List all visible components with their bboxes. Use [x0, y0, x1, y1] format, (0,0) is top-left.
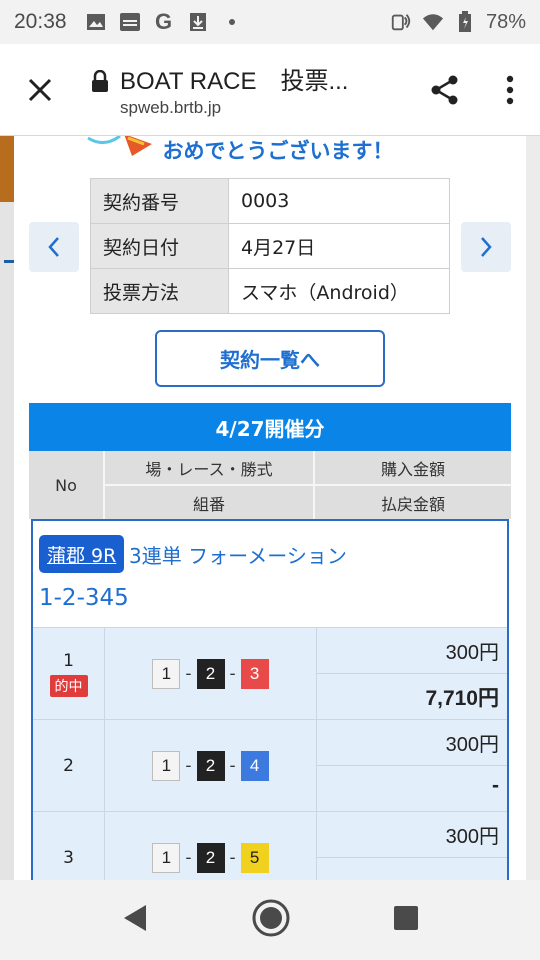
party-popper-icon: [87, 136, 152, 156]
header-purchase: 購入金額: [380, 459, 445, 479]
combo: 1- 2- 3: [105, 628, 317, 719]
combo: 1- 2- 4: [105, 720, 317, 811]
combo: 1- 2- 5: [105, 812, 317, 880]
address-bar[interactable]: BOAT RACE 投票... spweb.brtb.jp: [120, 61, 410, 118]
dot-icon: [221, 12, 243, 32]
table-row: 3 1- 2- 5 300円: [33, 811, 507, 880]
google-icon: G: [155, 9, 173, 34]
boat-2-chip: 2: [196, 842, 225, 873]
header-no: No: [55, 475, 77, 495]
hit-badge: 的中: [49, 674, 88, 697]
vote-method-value: スマホ（Android）: [228, 268, 450, 314]
row-no: 1: [63, 650, 74, 671]
status-time: 20:38: [14, 10, 67, 33]
payout-amount: -: [492, 774, 499, 797]
contract-number-value: 0003: [228, 178, 450, 224]
table-row: 1 的中 1- 2- 3 300円 7,710円: [33, 627, 507, 719]
boat-1-chip: 1: [152, 750, 181, 781]
purchase-amount: 300円: [317, 812, 507, 858]
contract-date-row: 契約日付 4月27日: [90, 223, 450, 269]
formation: 1-2-345: [39, 585, 129, 611]
image-icon: [85, 12, 107, 32]
congrats-banner: おめでとうございます！: [14, 136, 526, 164]
contract-date-label: 契約日付: [90, 223, 229, 269]
chevron-right-icon: [481, 237, 492, 257]
close-button[interactable]: [0, 44, 80, 136]
status-bar: 20:38 G 78%: [0, 0, 540, 44]
boat-3-chip: 3: [240, 658, 269, 689]
bet-type: 3連単 フォーメーション: [129, 543, 347, 568]
payout-amount: 7,710円: [425, 687, 499, 710]
header-payout: 払戻金額: [380, 494, 445, 514]
close-icon: [28, 78, 52, 101]
header-combo: 組番: [192, 494, 225, 514]
day-header: 4/27開催分: [29, 403, 511, 451]
row-no: 2: [63, 755, 74, 776]
boat-2-chip: 2: [196, 658, 225, 689]
contract-number-row: 契約番号 0003: [90, 178, 450, 224]
menu-button[interactable]: [480, 44, 540, 136]
column-headers: No 場・レース・勝式 組番 購入金額 払戻金額: [29, 451, 511, 519]
au-pay-icon: [119, 12, 141, 32]
boat-2-chip: 2: [196, 750, 225, 781]
recents-icon: [394, 906, 418, 930]
next-contract-button[interactable]: [461, 222, 511, 272]
boat-1-chip: 1: [152, 658, 181, 689]
vote-method-row: 投票方法 スマホ（Android）: [90, 268, 450, 314]
boat-4-chip: 4: [240, 750, 269, 781]
purchase-amount: 300円: [317, 720, 507, 766]
result-modal: おめでとうございます！ 契約番号 0003 契約日付 4月27日 投票方法 スマ…: [14, 136, 526, 880]
boat-5-chip: 5: [240, 842, 269, 873]
left-page-edge: [0, 136, 14, 880]
prev-contract-button[interactable]: [29, 222, 79, 272]
share-button[interactable]: [410, 44, 480, 136]
congrats-text: おめでとうございます！: [162, 139, 394, 163]
contract-number-label: 契約番号: [90, 178, 229, 224]
web-content: おめでとうございます！ 契約番号 0003 契約日付 4月27日 投票方法 スマ…: [0, 136, 540, 880]
vote-method-label: 投票方法: [90, 268, 229, 314]
venue-race-link[interactable]: 蒲郡 9R: [39, 535, 125, 573]
download-icon: [187, 12, 209, 32]
battery-level: 78%: [485, 10, 526, 33]
more-vert-icon: [506, 75, 514, 104]
home-icon: [252, 899, 290, 937]
table-row: 2 1- 2- 4 300円 -: [33, 719, 507, 811]
battery-icon: [454, 11, 476, 32]
purchase-amount: 300円: [317, 628, 507, 674]
contract-info-table: 契約番号 0003 契約日付 4月27日 投票方法 スマホ（Android）: [90, 178, 450, 314]
lock-icon: [80, 69, 120, 92]
right-page-edge: [526, 136, 540, 880]
chevron-left-icon: [48, 237, 59, 257]
row-no: 3: [63, 847, 74, 868]
nfc-icon: [390, 12, 412, 32]
contract-date-value: 4月27日: [228, 223, 450, 269]
recents-button[interactable]: [393, 905, 419, 935]
home-button[interactable]: [251, 898, 291, 942]
boat-1-chip: 1: [152, 842, 181, 873]
system-nav-bar: [0, 880, 540, 960]
contract-list-button[interactable]: 契約一覧へ: [155, 330, 385, 387]
header-race: 場・レース・勝式: [145, 459, 273, 479]
back-button[interactable]: [121, 903, 149, 937]
browser-toolbar: BOAT RACE 投票... spweb.brtb.jp: [0, 44, 540, 136]
back-icon: [124, 905, 146, 931]
share-icon: [431, 75, 458, 104]
bet-detail: 蒲郡 9R 3連単 フォーメーション 1-2-345 1 的中 1- 2- 3 …: [31, 519, 509, 880]
page-url: spweb.brtb.jp: [120, 98, 222, 117]
wifi-icon: [422, 12, 444, 32]
payout-amount: [317, 858, 507, 880]
page-title: BOAT RACE 投票...: [120, 68, 349, 95]
